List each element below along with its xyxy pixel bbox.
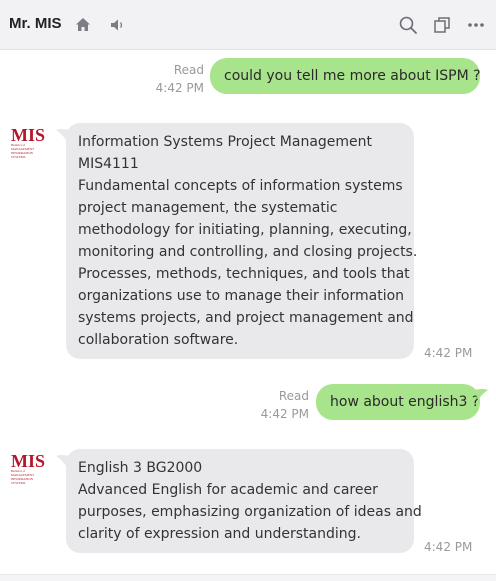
message-line: project management, the systematic — [78, 200, 338, 216]
message-time: 4:42 PM — [424, 540, 473, 554]
message-line: MIS4111 — [78, 156, 139, 172]
sender-avatar[interactable]: MIS Bachelor of MANAGEMENT INFORMATION S… — [10, 450, 50, 486]
speaker-icon[interactable] — [106, 14, 128, 36]
svg-text:SYSTEMS: SYSTEMS — [11, 481, 26, 485]
message-line: Advanced English for academic and career — [78, 482, 378, 498]
message-text: how about english3 ? — [330, 394, 480, 410]
message-line: organizations use to manage their inform… — [78, 288, 405, 304]
message-text: could you tell me more about ISPM ? — [224, 68, 481, 84]
message-line: systems projects, and project management… — [78, 310, 414, 326]
message-line: Fundamental concepts of information syst… — [78, 178, 403, 194]
read-status: Read — [278, 389, 309, 403]
message-time: 4:42 PM — [424, 346, 473, 360]
message-time: 4:42 PM — [260, 407, 309, 421]
svg-text:SYSTEMS: SYSTEMS — [11, 155, 26, 159]
message-line: clarity of expression and understanding. — [78, 526, 361, 542]
incoming-message: Information Systems Project Management M… — [66, 123, 418, 359]
input-divider — [0, 574, 496, 581]
message-line: methodology for initiating, planning, ex… — [78, 222, 412, 238]
chat-header: Mr. MIS — [0, 0, 496, 50]
sender-avatar[interactable]: MIS Bachelor of MANAGEMENT INFORMATION S… — [10, 124, 50, 160]
svg-text:MIS: MIS — [11, 125, 45, 145]
message-line: English 3 BG2000 — [78, 460, 203, 476]
read-status: Read — [173, 63, 204, 77]
outgoing-message: how about english3 ? — [316, 384, 480, 420]
home-icon[interactable] — [72, 14, 94, 36]
incoming-message: English 3 BG2000 Advanced English for ac… — [66, 449, 422, 553]
chat-title: Mr. MIS — [9, 15, 62, 32]
message-time: 4:42 PM — [155, 81, 204, 95]
message-line: monitoring and controlling, and closing … — [78, 244, 418, 260]
message-line: collaboration software. — [78, 332, 239, 348]
copy-window-icon[interactable] — [431, 14, 453, 36]
search-icon[interactable] — [397, 14, 419, 36]
svg-text:MIS: MIS — [11, 451, 45, 471]
message-line: Information Systems Project Management — [78, 134, 373, 150]
message-line: Processes, methods, techniques, and tool… — [78, 266, 410, 282]
outgoing-message: could you tell me more about ISPM ? — [210, 58, 481, 94]
more-icon[interactable] — [465, 14, 487, 36]
message-line: purposes, emphasizing organization of id… — [78, 504, 422, 520]
bubble-tail — [474, 389, 488, 400]
chat-area[interactable]: Read 4:42 PM could you tell me more abou… — [0, 50, 496, 581]
